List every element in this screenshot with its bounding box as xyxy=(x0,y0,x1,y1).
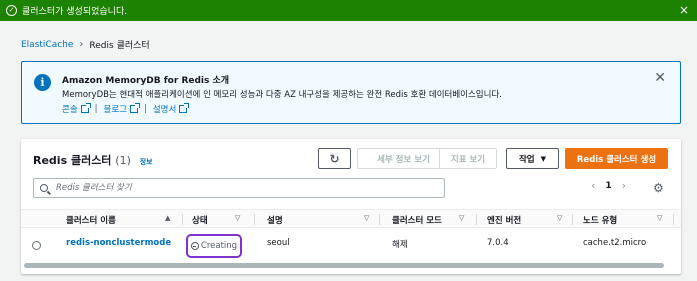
column-node-type[interactable]: 노드 유형 xyxy=(583,214,617,226)
chevron-right-icon: › xyxy=(79,39,84,50)
breadcrumb-elasticache[interactable]: ElastiCache xyxy=(21,40,73,50)
view-metrics-button[interactable]: 지표 보기 xyxy=(439,148,497,169)
cell-cluster-mode: 해제 xyxy=(392,240,408,250)
gear-icon[interactable]: ⚙ xyxy=(653,181,664,195)
banner-title: Amazon MemoryDB for Redis 소개 xyxy=(62,76,230,86)
breadcrumb: ElastiCache › Redis 클러스터 xyxy=(21,38,150,51)
status-badge: Creating xyxy=(186,234,242,258)
success-flash-bar: ✓ 클러스터가 생성되었습니다. × xyxy=(0,0,697,21)
cell-engine-version: 7.0.4 xyxy=(487,238,509,248)
table-row[interactable]: redis-nonclustermode Creating seoul 해제 7… xyxy=(21,228,681,261)
panel-title: Redis 클러스터 (1) 정보 xyxy=(33,154,153,167)
flash-message: 클러스터가 생성되었습니다. xyxy=(22,7,128,17)
column-cluster-name[interactable]: 클러스터 이름 xyxy=(66,214,116,226)
sort-icon[interactable]: ▽ xyxy=(364,214,369,222)
search-icon xyxy=(40,184,48,192)
banner-links: 콘솔 | 블로그 | 설명서 xyxy=(62,103,190,115)
redis-clusters-panel: Redis 클러스터 (1) 정보 ↻ 세부 정보 보기 지표 보기 작업 ▼ … xyxy=(21,139,681,274)
blog-link[interactable]: 블로그 xyxy=(104,103,140,115)
caret-down-icon: ▼ xyxy=(540,154,547,163)
pending-icon xyxy=(190,242,199,250)
cell-node-type: cache.t2.micro xyxy=(583,238,647,248)
search-input[interactable] xyxy=(56,183,436,193)
horizontal-scrollbar[interactable] xyxy=(21,262,681,269)
console-link[interactable]: 콘솔 xyxy=(62,103,91,115)
chevron-left-icon[interactable]: ‹ xyxy=(591,179,595,192)
check-circle-icon: ✓ xyxy=(6,5,17,16)
table-header: 클러스터 이름 ▲ 상태 ▽ 설명 ▽ 클러스터 모드 ▽ 엔진 버전 ▽ 노드… xyxy=(21,209,681,228)
sort-icon[interactable]: ▽ xyxy=(459,214,464,222)
column-cluster-mode[interactable]: 클러스터 모드 xyxy=(392,214,442,226)
view-details-button[interactable]: 세부 정보 보기 xyxy=(357,148,450,169)
sort-icon[interactable]: ▽ xyxy=(235,214,240,222)
actions-dropdown[interactable]: 작업 ▼ xyxy=(506,148,559,169)
memorydb-info-banner: i Amazon MemoryDB for Redis 소개 MemoryDB는… xyxy=(21,61,681,124)
docs-link[interactable]: 설명서 xyxy=(153,103,190,115)
breadcrumb-current: Redis 클러스터 xyxy=(89,41,150,51)
close-icon[interactable]: ✕ xyxy=(654,70,666,86)
scrollbar-thumb[interactable] xyxy=(24,263,664,268)
search-field[interactable] xyxy=(33,178,445,198)
refresh-button[interactable]: ↻ xyxy=(318,148,351,169)
refresh-icon: ↻ xyxy=(329,151,340,166)
cell-description: seoul xyxy=(267,238,290,248)
create-redis-cluster-button[interactable]: Redis 클러스터 생성 xyxy=(565,148,668,169)
info-link[interactable]: 정보 xyxy=(140,158,153,166)
pagination: ‹ 1 › xyxy=(591,179,626,192)
sort-ascending-icon[interactable]: ▲ xyxy=(165,214,170,222)
external-link-icon xyxy=(129,103,140,113)
page-number[interactable]: 1 xyxy=(605,181,611,191)
info-icon: i xyxy=(34,74,51,91)
banner-description: MemoryDB는 현대적 애플리케이션에 인 메모리 성능과 다중 AZ 내구… xyxy=(62,90,502,100)
cluster-count: (1) xyxy=(115,154,131,167)
external-link-icon xyxy=(80,103,91,113)
row-select-radio[interactable] xyxy=(32,241,41,250)
column-description[interactable]: 설명 xyxy=(267,214,283,226)
column-engine-version[interactable]: 엔진 버전 xyxy=(487,214,521,226)
sort-icon[interactable]: ▽ xyxy=(557,214,562,222)
chevron-right-icon[interactable]: › xyxy=(622,179,626,192)
sort-icon[interactable]: ▽ xyxy=(657,214,662,222)
column-status[interactable]: 상태 xyxy=(192,214,208,226)
external-link-icon xyxy=(179,103,190,113)
cluster-name-link[interactable]: redis-nonclustermode xyxy=(66,238,171,248)
close-icon[interactable]: × xyxy=(679,3,689,17)
